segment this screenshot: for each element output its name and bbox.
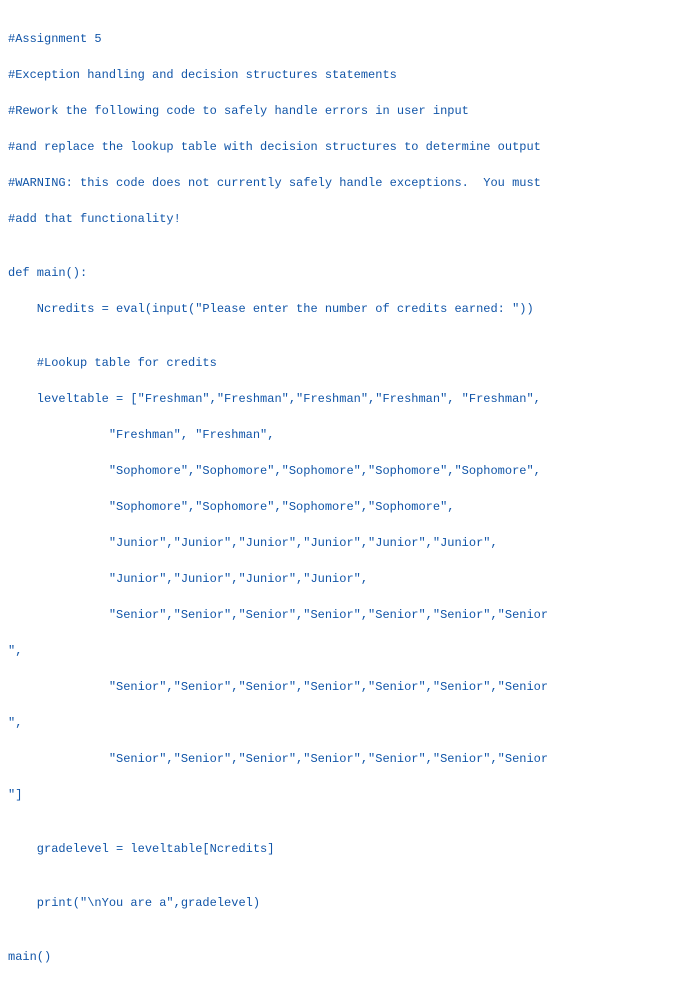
code-line: #and replace the lookup table with decis… — [8, 138, 692, 156]
code-line: #WARNING: this code does not currently s… — [8, 174, 692, 192]
code-line: "Junior","Junior","Junior","Junior","Jun… — [8, 534, 692, 552]
code-line: #Exception handling and decision structu… — [8, 66, 692, 84]
code-line: "Junior","Junior","Junior","Junior", — [8, 570, 692, 588]
code-line: #Assignment 5 — [8, 30, 692, 48]
code-line: "Sophomore","Sophomore","Sophomore","Sop… — [8, 462, 692, 480]
code-line: #Rework the following code to safely han… — [8, 102, 692, 120]
code-line: ", — [8, 714, 692, 732]
code-line: "Freshman", "Freshman", — [8, 426, 692, 444]
code-line: gradelevel = leveltable[Ncredits] — [8, 840, 692, 858]
code-line: #Lookup table for credits — [8, 354, 692, 372]
code-line: #add that functionality! — [8, 210, 692, 228]
code-line: leveltable = ["Freshman","Freshman","Fre… — [8, 390, 692, 408]
code-block: #Assignment 5 #Exception handling and de… — [8, 12, 692, 984]
code-line: "Senior","Senior","Senior","Senior","Sen… — [8, 606, 692, 624]
code-line: Ncredits = eval(input("Please enter the … — [8, 300, 692, 318]
code-line: "Sophomore","Sophomore","Sophomore","Sop… — [8, 498, 692, 516]
code-line: "Senior","Senior","Senior","Senior","Sen… — [8, 750, 692, 768]
code-line: main() — [8, 948, 692, 966]
code-line: "] — [8, 786, 692, 804]
code-line: def main(): — [8, 264, 692, 282]
code-line: print("\nYou are a",gradelevel) — [8, 894, 692, 912]
code-line: "Senior","Senior","Senior","Senior","Sen… — [8, 678, 692, 696]
code-line: ", — [8, 642, 692, 660]
